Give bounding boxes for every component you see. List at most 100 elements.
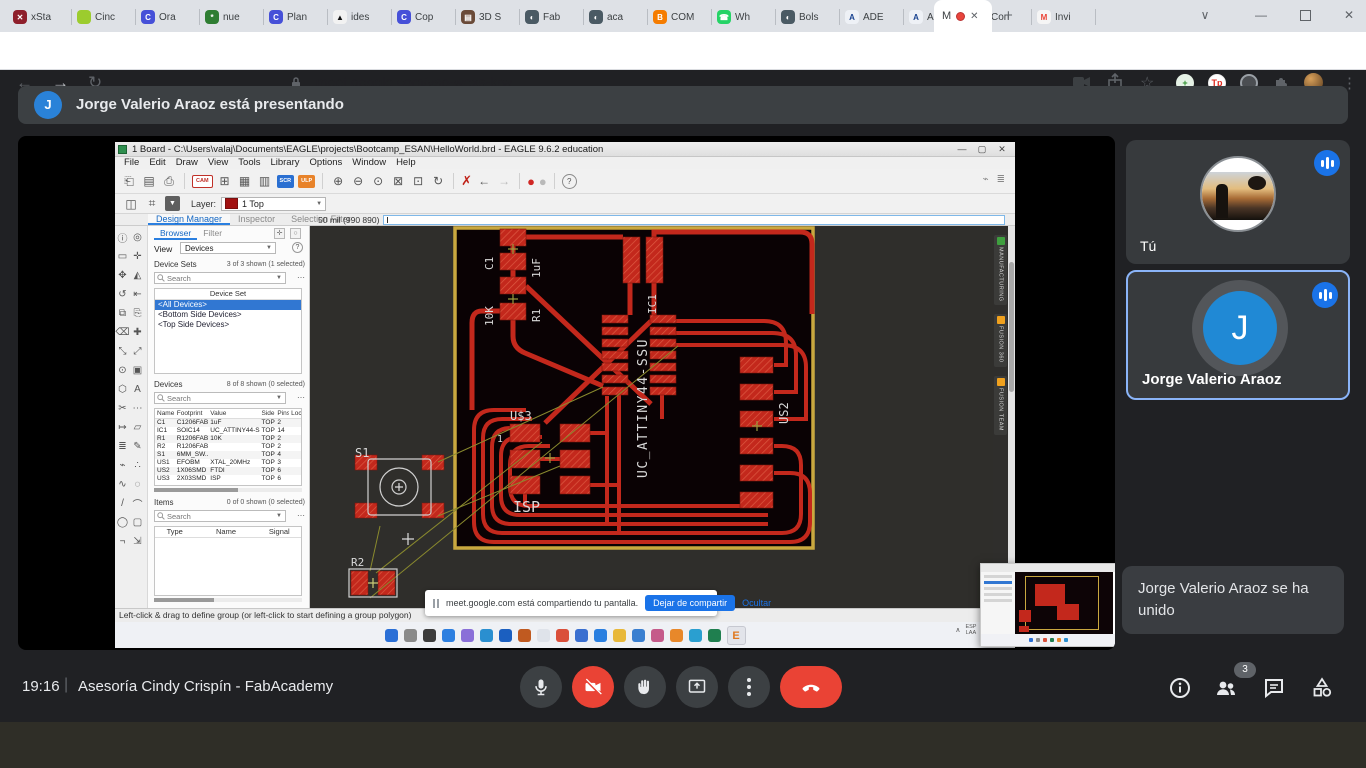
leave-call-button[interactable] [780,666,842,708]
stop-icon[interactable]: ● [527,174,535,189]
eagle-maximize-button[interactable]: ▢ [973,142,991,156]
presented-app-icon[interactable] [650,628,664,642]
presented-app-icon[interactable] [612,628,626,642]
presented-app-icon[interactable] [574,628,588,642]
panel-zoom-icon[interactable]: ○ [290,228,301,239]
browser-tab[interactable]: A ADE [840,2,904,32]
eagle-tool-icon[interactable]: ▭ [118,251,127,262]
tab-search-chevron-icon[interactable]: ∨ [1190,0,1220,30]
browser-tab[interactable]: ✕ xSta [8,2,72,32]
eagle-tool-icon[interactable]: ▢ [133,517,142,528]
eagle-tool-icon[interactable]: ↺ [118,289,126,300]
horizontal-scrollbar[interactable] [154,598,302,602]
zoom-select-icon[interactable]: ⊠ [390,174,406,188]
device-row[interactable]: R2 R1206FAB TOP 2 [155,443,301,451]
devices-table[interactable]: NameFootprintValueSidePinsLock C1C1206FA… [154,408,302,486]
device-set-row[interactable]: <All Devices> [155,300,301,310]
raise-hand-button[interactable] [624,666,666,708]
browser-tab[interactable]: B COM [648,2,712,32]
eagle-minimize-button[interactable]: — [953,142,971,156]
browser-tab[interactable]: C Ora [136,2,200,32]
browser-tab[interactable]: C Cop [392,2,456,32]
window-maximize-button[interactable] [1300,10,1311,21]
eagle-menu-item[interactable]: View [203,157,233,169]
self-view-thumbnail[interactable] [980,563,1115,647]
eagle-tool-icon[interactable]: ∿ [118,479,126,490]
grid-icon[interactable]: ◫ [123,197,139,211]
browser-tab[interactable]: C Plan [264,2,328,32]
eagle-menu-item[interactable]: Options [305,157,348,169]
scrollbar-thumb[interactable] [1009,262,1014,392]
chat-button[interactable] [1262,676,1286,700]
camera-off-button[interactable] [572,666,614,708]
eagle-menu-item[interactable]: Library [265,157,304,169]
print-icon[interactable]: ⎙ [161,174,177,189]
eagle-tool-icon[interactable]: ◎ [133,232,142,243]
more-options-icon[interactable]: ⋯ [297,511,305,520]
refresh-icon[interactable]: ↻ [430,174,446,188]
help-icon[interactable]: ? [561,173,577,189]
activities-button[interactable] [1310,676,1334,700]
eagle-tool-icon[interactable]: ≣ [118,441,126,452]
device-set-header[interactable]: Device Set [155,289,301,300]
eagle-tool-icon[interactable]: ◯ [117,517,128,528]
eagle-tool-icon[interactable]: ⎘ [134,308,142,319]
search-input[interactable] [165,272,249,284]
search-input[interactable] [165,510,249,522]
layer-dropdown[interactable]: 1 Top ▼ [221,196,327,211]
grid-dots-icon[interactable]: ⌗ [144,196,160,211]
info-button[interactable] [1168,676,1192,700]
items-table-header[interactable]: Type Name Signal [155,527,301,538]
eagle-menu-item[interactable]: File [119,157,144,169]
presented-app-icon[interactable] [631,628,645,642]
active-tab-meet[interactable]: M ✕ [934,0,992,32]
hide-button[interactable]: Ocultar [742,598,771,608]
eagle-tool-icon[interactable]: ◭ [134,270,142,281]
eagle-tool-icon[interactable]: ✛ [133,251,141,262]
eagle-tool-icon[interactable]: ✂ [118,403,126,414]
browser-tab[interactable]: ▤ 3D S [456,2,520,32]
eagle-menu-item[interactable]: Draw [171,157,203,169]
toolbar-extra-icons[interactable]: ⌁ ≣ [983,174,1005,185]
browser-tab[interactable]: ◐ Bols [776,2,840,32]
presented-app-icon[interactable] [460,628,474,642]
new-tab-button[interactable]: + [1004,7,1013,24]
script-icon[interactable]: SCR [276,174,295,188]
eagle-tool-icon[interactable]: ✎ [133,441,141,452]
browser-tab[interactable]: * nue [200,2,264,32]
eagle-tool-icon[interactable]: ▱ [134,422,142,433]
filter-funnel-icon[interactable]: ▼ [165,196,180,211]
devices-search[interactable]: ▼ [154,392,286,404]
presented-app-icon[interactable] [688,628,702,642]
stop-sharing-button[interactable]: Dejar de compartir [645,595,736,611]
presented-app-icon[interactable] [593,628,607,642]
board-icon[interactable]: ▦ [237,174,253,188]
eagle-tool-icon[interactable]: ✥ [118,270,126,281]
browser-tab[interactable]: M Invi [1032,2,1096,32]
eagle-close-button[interactable]: ✕ [993,142,1011,156]
panel-tab[interactable]: Filter [197,227,228,240]
eagle-tool-icon[interactable]: ¬ [120,536,126,547]
more-options-button[interactable] [728,666,770,708]
eagle-tool-icon[interactable]: ⬡ [118,384,127,395]
eagle-panel-tab[interactable]: Inspector [230,214,283,225]
search-input[interactable] [165,392,249,404]
eagle-tool-icon[interactable]: ⇲ [133,536,141,547]
more-options-icon[interactable]: ⋯ [297,393,305,402]
mic-button[interactable] [520,666,562,708]
save-icon[interactable]: ▤ [141,174,157,188]
devices-table-header[interactable]: NameFootprintValueSidePinsLock [155,409,301,419]
device-row[interactable]: R1 R1206FAB 10K TOP 2 [155,435,301,443]
eagle-tool-icon[interactable]: ⤢ [134,346,142,357]
eagle-tool-icon[interactable]: ⌁ [119,460,125,471]
sheet-icon[interactable]: ⊞ [217,174,233,188]
eagle-tool-icon[interactable]: A [134,384,141,395]
device-row[interactable]: S1 6MM_SW... TOP 4 [155,451,301,459]
device-row[interactable]: US2 1X06SMD FTDI TOP 6 [155,467,301,475]
eagle-tool-icon[interactable]: ⋯ [133,403,143,414]
device-row[interactable]: US3 2X03SMD ISP TOP 6 [155,475,301,483]
browser-tab[interactable]: ◐ Fab [520,2,584,32]
delete-icon[interactable]: ✗ [461,173,472,189]
horizontal-scrollbar[interactable] [154,488,302,492]
presented-app-icon[interactable] [517,628,531,642]
